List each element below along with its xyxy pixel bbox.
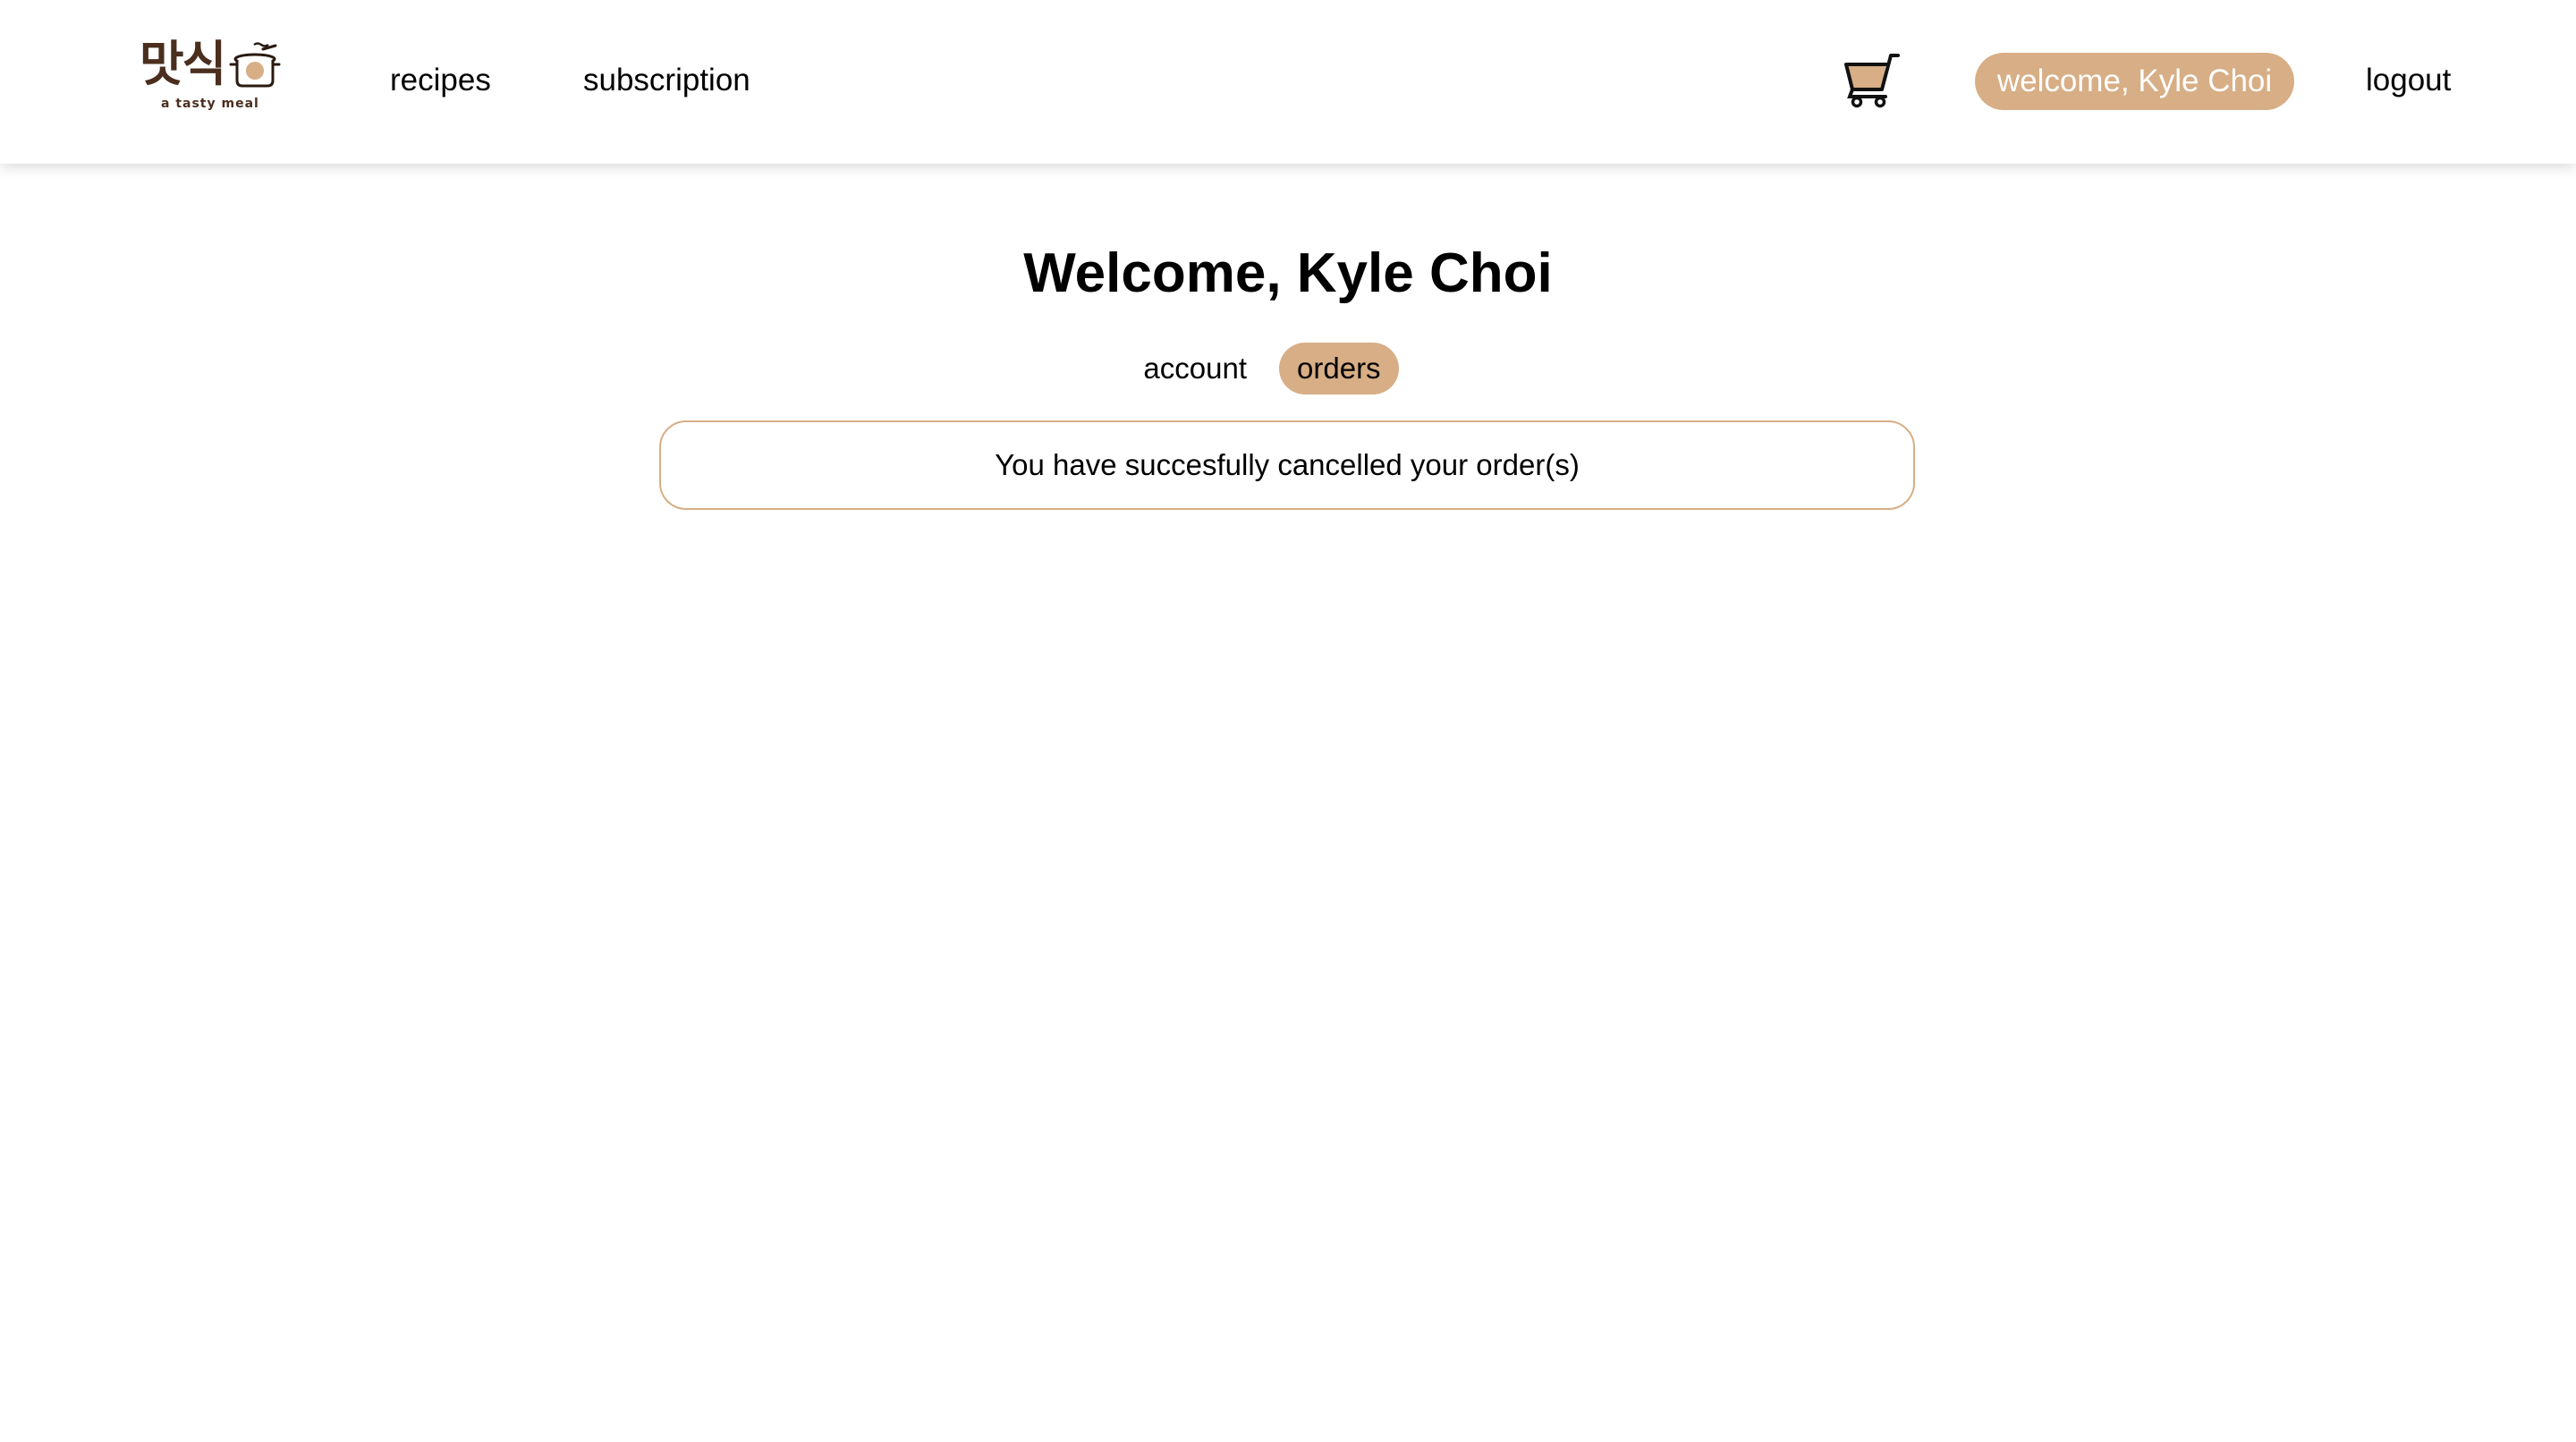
brand-logo[interactable]: 맛식 a tasty meal [134, 36, 286, 125]
logo-korean-text: 맛식 [140, 36, 226, 92]
nav-recipes-link[interactable]: recipes [390, 61, 491, 100]
page-title: Welcome, Kyle Choi [1023, 242, 1553, 304]
site-header: 맛식 a tasty meal recipes subscription wel… [0, 0, 2576, 164]
cancel-confirmation-message: You have succesfully cancelled your orde… [659, 420, 1915, 510]
welcome-user-button[interactable]: welcome, Kyle Choi [1975, 53, 2294, 110]
tab-account[interactable]: account [1125, 343, 1265, 394]
logo-tagline: a tasty meal [161, 97, 259, 111]
account-tabs: account orders [0, 343, 2576, 394]
shopping-cart-icon[interactable] [1839, 50, 1902, 109]
nav-subscription-link[interactable]: subscription [583, 61, 750, 100]
tab-orders[interactable]: orders [1279, 343, 1399, 394]
logout-link[interactable]: logout [2366, 61, 2451, 100]
cooking-pot-icon [229, 42, 281, 88]
